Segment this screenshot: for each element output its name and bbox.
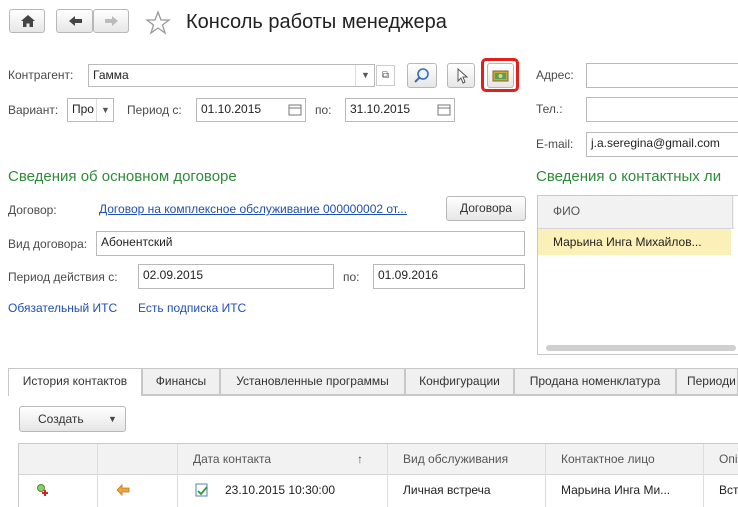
contragent-dropdown[interactable]: ▼ [355,65,375,86]
arrow-left-icon [69,16,82,26]
contacts-row-name: Марьина Инга Михайлов... [553,235,702,249]
calendar-icon[interactable] [285,99,305,121]
contract-link[interactable]: Договор на комплексное обслуживание 0000… [99,202,407,216]
validity-to-field[interactable]: 01.09.2016 [373,264,525,289]
tab-label: История контактов [22,374,128,388]
search-button[interactable] [407,63,437,88]
money-icon [492,70,509,82]
tab-periodic[interactable]: Периоди [676,368,738,395]
col-header-extra[interactable]: Опі [719,452,738,466]
tab-sold-items[interactable]: Продана номенклатура [514,368,676,395]
open-link-icon[interactable]: ⧉ [376,65,395,86]
row-extra: Вст [719,483,738,497]
col-header-contact[interactable]: Контактное лицо [561,452,655,466]
forward-button[interactable] [93,9,129,33]
col-header-service[interactable]: Вид обслуживания [403,452,508,466]
validity-to-label: по: [343,270,360,284]
variant-label: Вариант: [8,103,59,117]
sort-arrow-icon[interactable]: ↑ [357,452,363,466]
address-field[interactable] [586,63,738,88]
validity-label: Период действия с: [8,270,118,284]
row-contact: Марьина Инга Ми... [561,483,671,497]
contacts-scrollbar[interactable] [546,345,736,351]
col-header-date[interactable]: Дата контакта [193,452,271,466]
contacts-heading: Сведения о контактных ли [536,168,722,185]
period-from-field[interactable]: 01.10.2015 [196,98,306,122]
contacts-table: ФИО Марьина Инга Михайлов... [537,195,738,355]
row-date: 23.10.2015 10:30:00 [225,483,336,497]
period-from-label: Период с: [127,103,182,117]
calendar-icon[interactable] [434,99,454,121]
its-subscription-link[interactable]: Есть подписка ИТС [138,301,246,315]
payment-button[interactable] [487,63,514,88]
magnifier-icon [414,68,429,83]
chevron-down-icon: ▼ [108,414,117,424]
favorite-star-icon[interactable] [145,10,171,36]
arrow-left-orange-icon [116,484,130,496]
tab-label: Продана номенклатура [529,374,661,388]
tab-installed-programs[interactable]: Установленные программы [220,368,405,395]
email-value: j.a.seregina@gmail.com [591,136,720,150]
period-to-field[interactable]: 31.10.2015 [345,98,455,122]
cursor-icon [457,67,469,84]
contragent-field[interactable]: Гамма [88,64,375,87]
contract-label: Договор: [8,203,57,217]
variant-value: Про [72,102,94,116]
document-check-icon [195,483,208,497]
contract-heading: Сведения об основном договоре [8,168,237,185]
period-to-value: 31.10.2015 [350,102,411,116]
create-button[interactable]: Создать ▼ [19,406,126,432]
contragent-label: Контрагент: [8,68,74,82]
contacts-col-fio: ФИО [553,204,581,218]
tab-contact-history[interactable]: История контактов [8,368,142,396]
select-cursor-button[interactable] [447,63,475,88]
period-from-value: 01.10.2015 [201,102,262,116]
validity-from-value: 02.09.2015 [143,268,204,282]
contract-type-label: Вид договора: [8,237,88,251]
page-title: Консоль работы менеджера [186,11,447,33]
email-field[interactable]: j.a.seregina@gmail.com [586,132,738,157]
phone-field[interactable] [586,97,738,122]
contract-type-field[interactable]: Абонентский [96,231,525,256]
contract-type-value: Абонентский [101,235,173,249]
home-button[interactable] [9,9,45,33]
contacts-col-divider [732,196,733,228]
arrow-right-icon [105,16,118,26]
create-button-label: Создать [38,412,84,426]
tab-label: Периоди [687,374,736,388]
period-to-label: по: [315,103,332,117]
contracts-button-label: Договора [460,201,512,215]
add-green-icon [37,484,48,496]
its-required-link[interactable]: Обязательный ИТС [8,301,117,315]
validity-from-field[interactable]: 02.09.2015 [138,264,334,289]
tab-label: Финансы [155,374,207,388]
back-button[interactable] [56,9,93,33]
table-row[interactable]: 23.10.2015 10:30:00 Личная встреча Марьи… [19,475,738,505]
contragent-value: Гамма [93,68,129,82]
contracts-button[interactable]: Договора [446,196,526,221]
tab-finance[interactable]: Финансы [142,368,220,395]
email-label: E-mail: [536,137,574,151]
tab-configurations[interactable]: Конфигурации [405,368,514,395]
address-label: Адрес: [536,68,574,82]
row-service: Личная встреча [403,483,491,497]
validity-to-value: 01.09.2016 [378,268,439,282]
history-grid: Дата контакта ↑ Вид обслуживания Контакт… [18,443,738,507]
variant-chevron-down-icon[interactable]: ▼ [96,99,114,121]
phone-label: Тел.: [536,102,563,116]
tab-label: Установленные программы [236,374,389,388]
home-icon [21,15,35,27]
tab-label: Конфигурации [419,374,500,388]
